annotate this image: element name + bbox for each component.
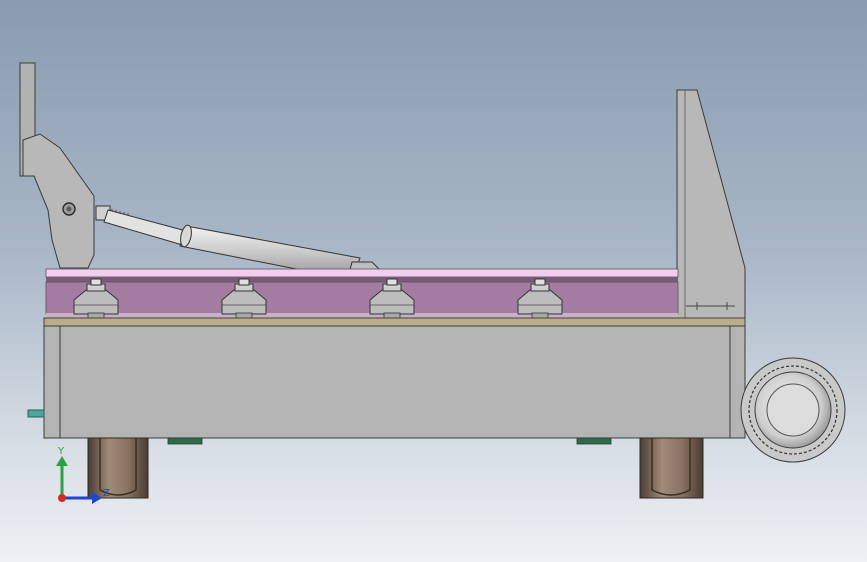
side-roller — [740, 357, 846, 463]
rail-wheel-left — [87, 437, 149, 499]
hand-lever[interactable] — [19, 62, 95, 269]
cad-viewport[interactable]: Y Z — [0, 0, 867, 562]
triad-z-label: Z — [103, 488, 110, 499]
foot-pad-left — [167, 437, 203, 445]
end-stop-plate — [676, 89, 746, 319]
base-frame — [27, 317, 746, 439]
foot-pad-right — [576, 437, 612, 445]
side-fitting — [27, 409, 45, 418]
rail-wheel-right — [639, 437, 704, 499]
triad-y-label: Y — [57, 446, 65, 457]
cad-model-drawing: Y Z — [19, 62, 846, 504]
